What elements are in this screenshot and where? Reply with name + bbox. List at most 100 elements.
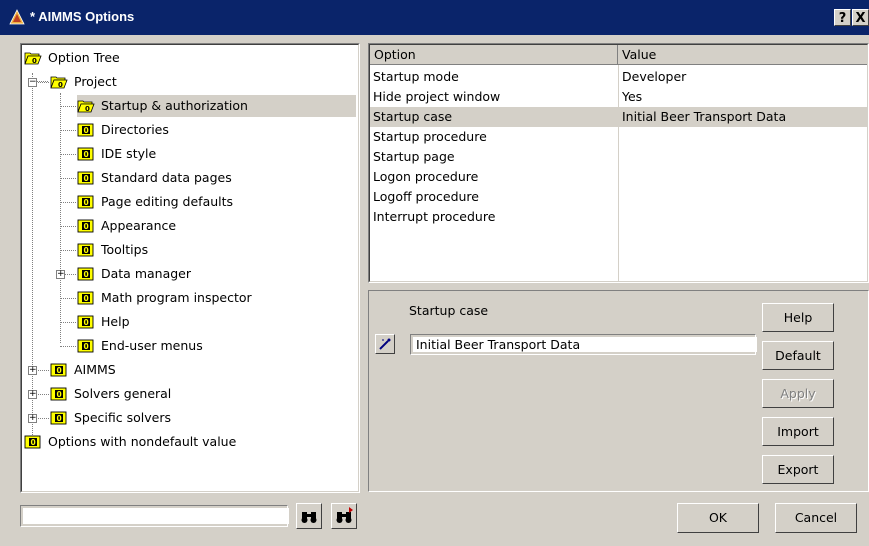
column-header-option[interactable]: Option (370, 45, 618, 65)
tree-connector-line (60, 130, 76, 131)
tree-item-label: Startup & authorization (101, 98, 248, 113)
option-value-cell: Yes (622, 89, 643, 104)
options-box-icon: 0 (77, 147, 94, 161)
tree-item-end-user-menus[interactable]: 0 End-user menus (77, 335, 356, 357)
tree-item-page-editing-defaults[interactable]: 0 Page editing defaults (77, 191, 356, 213)
cancel-button[interactable]: Cancel (775, 503, 857, 533)
tree-item-aimms[interactable]: 0 AIMMS (50, 359, 356, 381)
svg-text:0: 0 (84, 222, 89, 231)
find-next-button[interactable] (331, 503, 357, 529)
tree-item-label: Specific solvers (74, 410, 171, 425)
export-button[interactable]: Export (762, 455, 834, 484)
tree-connector-line (60, 106, 76, 107)
options-box-icon: 0 (50, 387, 67, 401)
option-value-cell: Developer (622, 69, 687, 84)
tree-item-math-program-inspector[interactable]: 0 Math program inspector (77, 287, 356, 309)
svg-text:0: 0 (57, 414, 62, 423)
open-folder-icon: 0 (77, 100, 95, 113)
import-button[interactable]: Import (762, 417, 834, 446)
column-header-value[interactable]: Value (618, 45, 867, 65)
option-grid-frame: Option Value Startup mode Developer Hide p… (368, 43, 869, 283)
tree-item-label: Page editing defaults (101, 194, 234, 209)
tree-connector-line (60, 154, 76, 155)
options-box-icon: 0 (77, 171, 94, 185)
options-box-icon: 0 (77, 243, 94, 257)
svg-text:0: 0 (57, 390, 62, 399)
option-grid[interactable]: Option Value Startup mode Developer Hide p… (369, 44, 868, 282)
open-folder-icon: 0 (50, 76, 68, 89)
option-row[interactable]: Hide project window Yes (370, 87, 867, 107)
expand-icon[interactable]: + (56, 270, 65, 279)
edit-value-field[interactable] (410, 334, 757, 355)
option-name-cell: Interrupt procedure (373, 209, 496, 224)
options-box-icon: 0 (77, 339, 94, 353)
options-box-icon: 0 (77, 267, 94, 281)
option-row[interactable]: Startup procedure (370, 127, 867, 147)
option-row[interactable]: Interrupt procedure (370, 207, 867, 227)
options-box-icon: 0 (77, 219, 94, 233)
tree-item-startup[interactable]: 0 Startup & authorization (77, 95, 356, 117)
tree-item-solvers-general[interactable]: 0 Solvers general (50, 383, 356, 405)
svg-text:0: 0 (84, 246, 89, 255)
tree-item-label: Project (74, 74, 117, 89)
tree-item-label: Standard data pages (101, 170, 232, 185)
svg-text:0: 0 (85, 105, 90, 113)
tree-item-data-manager[interactable]: 0 Data manager (77, 263, 356, 285)
tree-connector-line (60, 250, 76, 251)
tree-item-label: Data manager (101, 266, 192, 281)
tree-item-label: Solvers general (74, 386, 172, 401)
option-row[interactable]: Startup case Initial Beer Transport Data (370, 107, 867, 127)
tree-connector-line (60, 226, 76, 227)
expand-icon[interactable]: + (28, 390, 37, 399)
default-button[interactable]: Default (762, 341, 834, 370)
close-title-button[interactable]: X (852, 9, 869, 26)
search-input[interactable] (23, 508, 289, 524)
tree-item-tooltips[interactable]: 0 Tooltips (77, 239, 356, 261)
help-button[interactable]: Help (762, 303, 834, 332)
ok-button[interactable]: OK (677, 503, 759, 533)
option-value-cell: Initial Beer Transport Data (622, 109, 787, 124)
tree-item-label: Help (101, 314, 130, 329)
option-row[interactable]: Startup page (370, 147, 867, 167)
expand-icon[interactable]: + (28, 414, 37, 423)
options-box-icon: 0 (24, 435, 41, 449)
collapse-icon[interactable]: − (28, 78, 37, 87)
help-title-button[interactable]: ? (834, 9, 851, 26)
wizard-button[interactable] (375, 334, 395, 354)
tree-item-directories[interactable]: 0 Directories (77, 119, 356, 141)
option-row[interactable]: Logon procedure (370, 167, 867, 187)
tree-item-appearance[interactable]: 0 Appearance (77, 215, 356, 237)
tree-item-project[interactable]: 0 Project (50, 71, 356, 93)
title-bar[interactable]: * AIMMS Options ? X (0, 0, 869, 35)
tree-item-ide-style[interactable]: 0 IDE style (77, 143, 356, 165)
option-name-cell: Startup mode (373, 69, 459, 84)
option-tree[interactable]: 0 Option Tree 0 Project − 0 Startup & authoriz… (21, 44, 359, 492)
tree-item-label: IDE style (101, 146, 157, 161)
tree-item-help[interactable]: 0 Help (77, 311, 356, 333)
options-box-icon: 0 (77, 123, 94, 137)
binoculars-next-icon (336, 507, 353, 523)
window-title: * AIMMS Options (30, 9, 135, 24)
binoculars-icon (301, 512, 317, 523)
search-field[interactable] (20, 505, 289, 527)
tree-connector-line (60, 346, 76, 347)
expand-icon[interactable]: + (28, 366, 37, 375)
tree-connector-line (60, 202, 76, 203)
option-row[interactable]: Logoff procedure (370, 187, 867, 207)
option-row[interactable]: Startup mode Developer (370, 67, 867, 87)
svg-text:0: 0 (84, 318, 89, 327)
tree-connector-line (60, 298, 76, 299)
tree-item-specific-solvers[interactable]: 0 Specific solvers (50, 407, 356, 429)
option-tree-frame: 0 Option Tree 0 Project − 0 Startup & authoriz… (20, 43, 360, 493)
tree-item-label: Tooltips (101, 242, 149, 257)
tree-item-root[interactable]: 0 Option Tree (24, 47, 356, 69)
svg-text:0: 0 (84, 174, 89, 183)
tree-item-standard-data-pages[interactable]: 0 Standard data pages (77, 167, 356, 189)
edit-value-input[interactable] (413, 337, 757, 352)
tree-item-options-nondefault[interactable]: 0 Options with nondefault value (24, 431, 356, 453)
wand-icon (379, 338, 391, 350)
apply-button[interactable]: Apply (762, 379, 834, 408)
svg-text:0: 0 (84, 150, 89, 159)
options-box-icon: 0 (77, 315, 94, 329)
find-button[interactable] (296, 503, 322, 529)
